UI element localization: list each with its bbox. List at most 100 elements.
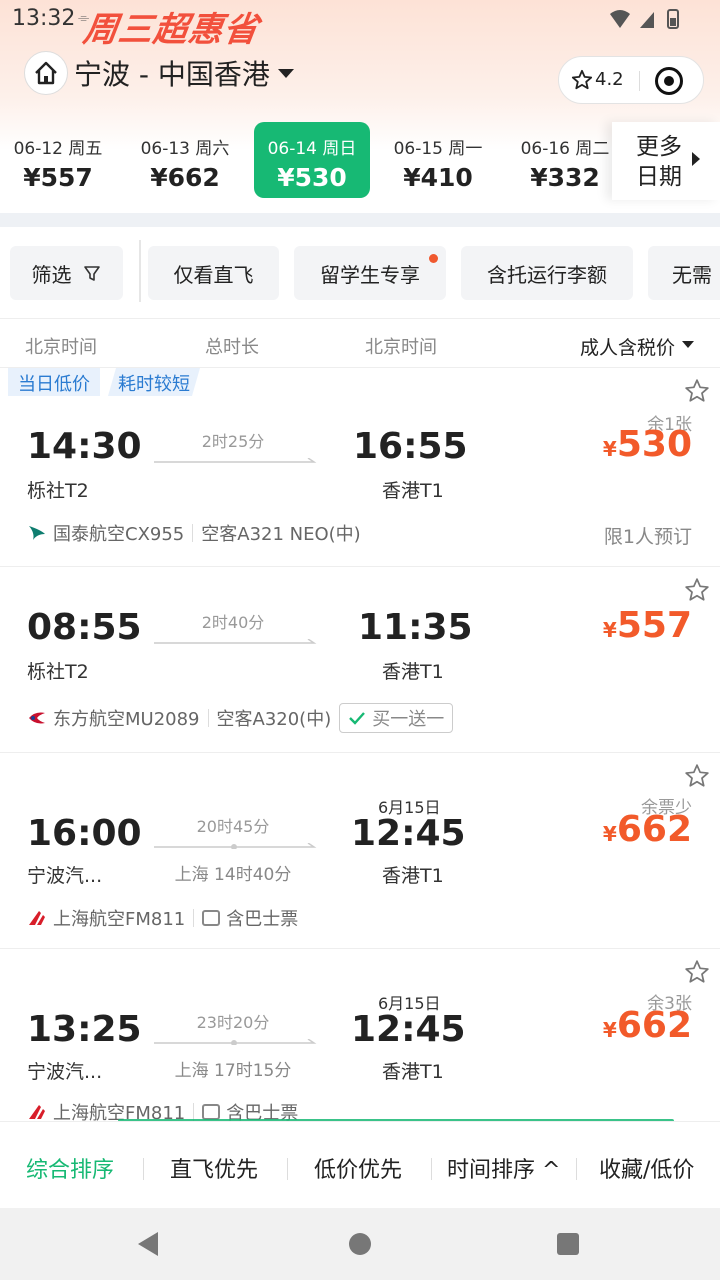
divider <box>576 1158 577 1180</box>
star-outline-icon <box>571 69 593 90</box>
home-button[interactable] <box>24 51 68 95</box>
route-selector[interactable]: 宁波 - 中国香港 <box>24 50 294 96</box>
top-header: 13:32 ⌯ 周三超惠省 宁波 - 中国香港 4.2 06-12 周五 ¥55… <box>0 0 720 215</box>
date-label: 06-14 周日 <box>267 139 357 159</box>
tab-time-sort[interactable]: 时间排序 ^ <box>447 1152 560 1184</box>
flight-duration: 2时40分 <box>201 613 265 632</box>
star-outline-icon[interactable] <box>684 763 710 789</box>
flight-card[interactable]: 13:25 宁波汽... 23时20分 上海 17时15分 6月15日 12:4… <box>0 949 720 1121</box>
arrival-time: 11:35 <box>358 607 473 648</box>
filter-separator <box>139 240 141 302</box>
flight-arrow-line <box>154 1039 317 1045</box>
airline-info: 上海航空FM811 含巴士票 <box>27 1099 298 1121</box>
flight-arrow-line <box>154 458 317 463</box>
date-item-selected[interactable]: 06-14 周日 ¥530 <box>254 122 370 198</box>
col-dep-time: 北京时间 <box>25 337 97 358</box>
arrival-airport: 香港T1 <box>382 1061 444 1083</box>
stopover-info: 上海 17时15分 <box>174 1061 292 1081</box>
flight-card[interactable]: 08:55 栎社T2 2时40分 11:35 香港T1 ¥557 东方航空MU2… <box>0 567 720 753</box>
currency: ¥ <box>602 822 617 846</box>
divider <box>192 524 194 542</box>
flight-arrow-line <box>154 639 317 644</box>
rating-pill[interactable]: 4.2 <box>558 56 704 104</box>
back-icon[interactable] <box>138 1232 158 1256</box>
filter-button[interactable]: 筛选 <box>10 246 123 300</box>
tab-overall-sort[interactable]: 综合排序 <box>26 1152 114 1184</box>
filter-baggage[interactable]: 含托运行李额 <box>461 246 633 300</box>
departure-airport: 栎社T2 <box>27 480 89 502</box>
filter-direct-only[interactable]: 仅看直飞 <box>148 246 279 300</box>
date-item[interactable]: 06-13 周六 ¥662 <box>127 122 243 198</box>
chevron-down-icon[interactable] <box>277 68 294 78</box>
date-label: 06-12 周五 <box>13 139 103 159</box>
divider <box>143 1158 144 1180</box>
date-label: 06-13 周六 <box>140 139 230 159</box>
divider <box>639 71 640 91</box>
shanghai-airlines-logo-icon <box>29 1105 45 1119</box>
more-dates-label: 更多日期 <box>636 134 682 190</box>
date-label: 06-15 周一 <box>393 139 483 159</box>
date-item[interactable]: 06-15 周一 ¥410 <box>380 122 496 198</box>
route-title[interactable]: 宁波 - 中国香港 <box>74 53 270 93</box>
filter-student[interactable]: 留学生专享 <box>294 246 446 300</box>
funnel-icon <box>83 266 100 281</box>
filter-label: 留学生专享 <box>320 262 420 287</box>
check-icon <box>349 712 366 725</box>
section-divider <box>0 213 720 227</box>
date-label: 06-16 周二 <box>520 139 610 159</box>
tab-favorites[interactable]: 收藏/低价 <box>599 1152 694 1184</box>
departure-time: 14:30 <box>27 426 142 467</box>
star-outline-icon[interactable] <box>684 959 710 985</box>
target-icon[interactable] <box>655 67 683 95</box>
price-value: 662 <box>616 809 692 850</box>
filter-label: 无需 <box>672 262 712 287</box>
more-dates-button[interactable]: 更多日期 <box>612 122 720 200</box>
arrival-airport: 香港T1 <box>382 865 444 887</box>
airline-info: 上海航空FM811 含巴士票 <box>27 905 298 931</box>
star-outline-icon[interactable] <box>684 577 710 603</box>
date-strip: 06-12 周五 ¥557 06-13 周六 ¥662 06-14 周日 ¥53… <box>0 122 720 200</box>
home-circle-icon[interactable] <box>349 1233 371 1255</box>
status-time: 13:32 <box>12 6 76 31</box>
departure-airport: 栎社T2 <box>27 661 89 683</box>
departure-time: 16:00 <box>27 813 142 854</box>
tab-direct-first[interactable]: 直飞优先 <box>170 1152 258 1184</box>
buy-one-get-one-tag: 买一送一 <box>339 703 454 733</box>
arrival-time: 16:55 <box>353 426 468 467</box>
price: ¥662 <box>603 1005 692 1046</box>
flight-card[interactable]: 16:00 宁波汽... 20时45分 上海 14时40分 6月15日 12:4… <box>0 753 720 949</box>
col-price-sort[interactable]: 成人含税价 <box>580 333 675 360</box>
date-price: ¥557 <box>23 163 93 192</box>
filter-label: 筛选 <box>31 262 72 287</box>
departure-time: 08:55 <box>27 607 142 648</box>
departure-airport: 宁波汽... <box>27 1061 103 1083</box>
bus-ticket-label: 含巴士票 <box>226 1103 299 1121</box>
airline-flight-no: 东方航空MU2089 <box>53 709 200 730</box>
flight-arrow-line <box>154 843 317 849</box>
chevron-down-icon[interactable] <box>682 341 694 348</box>
date-item[interactable]: 06-12 周五 ¥557 <box>0 122 116 198</box>
price: ¥530 <box>603 424 692 465</box>
divider <box>431 1158 432 1180</box>
arrival-time: 12:45 <box>351 1009 466 1050</box>
signal-battery-icon <box>610 9 679 29</box>
home-icon <box>35 61 57 85</box>
promo-banner[interactable]: 周三超惠省 <box>81 2 263 51</box>
tab-low-price-first[interactable]: 低价优先 <box>314 1152 402 1184</box>
booking-limit: 限1人预订 <box>603 526 692 548</box>
filter-label: 含托运行李额 <box>487 262 607 287</box>
china-eastern-logo-icon <box>29 712 45 724</box>
flight-card[interactable]: 当日低价 耗时较短 14:30 栎社T2 2时25分 16:55 香港T1 余1… <box>0 368 720 567</box>
star-outline-icon[interactable] <box>684 378 710 404</box>
column-header: 北京时间 总时长 北京时间 成人含税价 <box>0 318 720 368</box>
col-arr-time: 北京时间 <box>365 337 437 358</box>
sort-tab-bar: 综合排序 直飞优先 低价优先 时间排序 ^ 收藏/低价 <box>0 1121 720 1209</box>
tag-shorter-time: 耗时较短 <box>108 368 200 396</box>
currency: ¥ <box>602 437 617 461</box>
recent-apps-icon[interactable] <box>557 1233 579 1255</box>
currency: ¥ <box>602 1018 617 1042</box>
currency: ¥ <box>602 618 617 642</box>
date-price: ¥530 <box>277 163 347 192</box>
date-item[interactable]: 06-16 周二 ¥332 <box>507 122 623 198</box>
filter-more[interactable]: 无需 <box>648 246 720 300</box>
